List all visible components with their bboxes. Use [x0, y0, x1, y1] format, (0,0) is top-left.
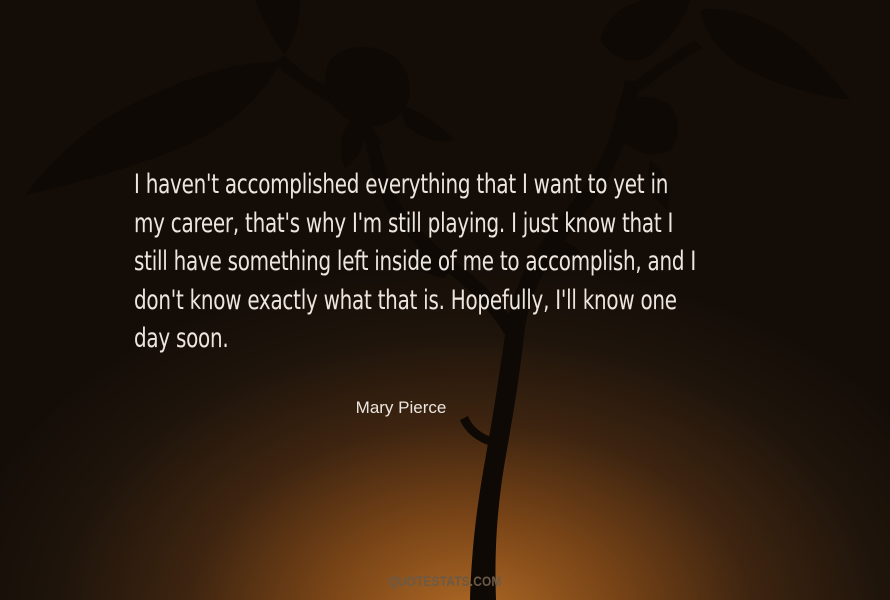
quote-line: I haven't accomplished everything that I…: [134, 169, 669, 200]
plant-leaf-curl: [400, 105, 455, 142]
plant-leaf-top-left: [255, 0, 300, 55]
quote-line: my career, that's why I'm still playing.…: [134, 207, 674, 239]
quote-text: I haven't accomplished everything that I…: [134, 166, 696, 359]
plant-leaf-cluster-left: [325, 46, 411, 127]
plant-twig-low: [460, 416, 494, 445]
plant-leaf-right: [700, 9, 850, 100]
quote-author: Mary Pierce: [355, 398, 447, 417]
quote-line: don't know exactly what that is. Hopeful…: [134, 284, 677, 316]
quote-image: I haven't accomplished everything that I…: [0, 0, 890, 600]
brand-watermark: QUOTESTATS.COM: [388, 573, 502, 589]
quote-line: still have something left inside of me t…: [134, 246, 696, 277]
plant-leaf-small-left: [340, 120, 366, 168]
quote-line: day soon.: [134, 323, 229, 354]
plant-leaf-right-mid: [615, 96, 679, 155]
